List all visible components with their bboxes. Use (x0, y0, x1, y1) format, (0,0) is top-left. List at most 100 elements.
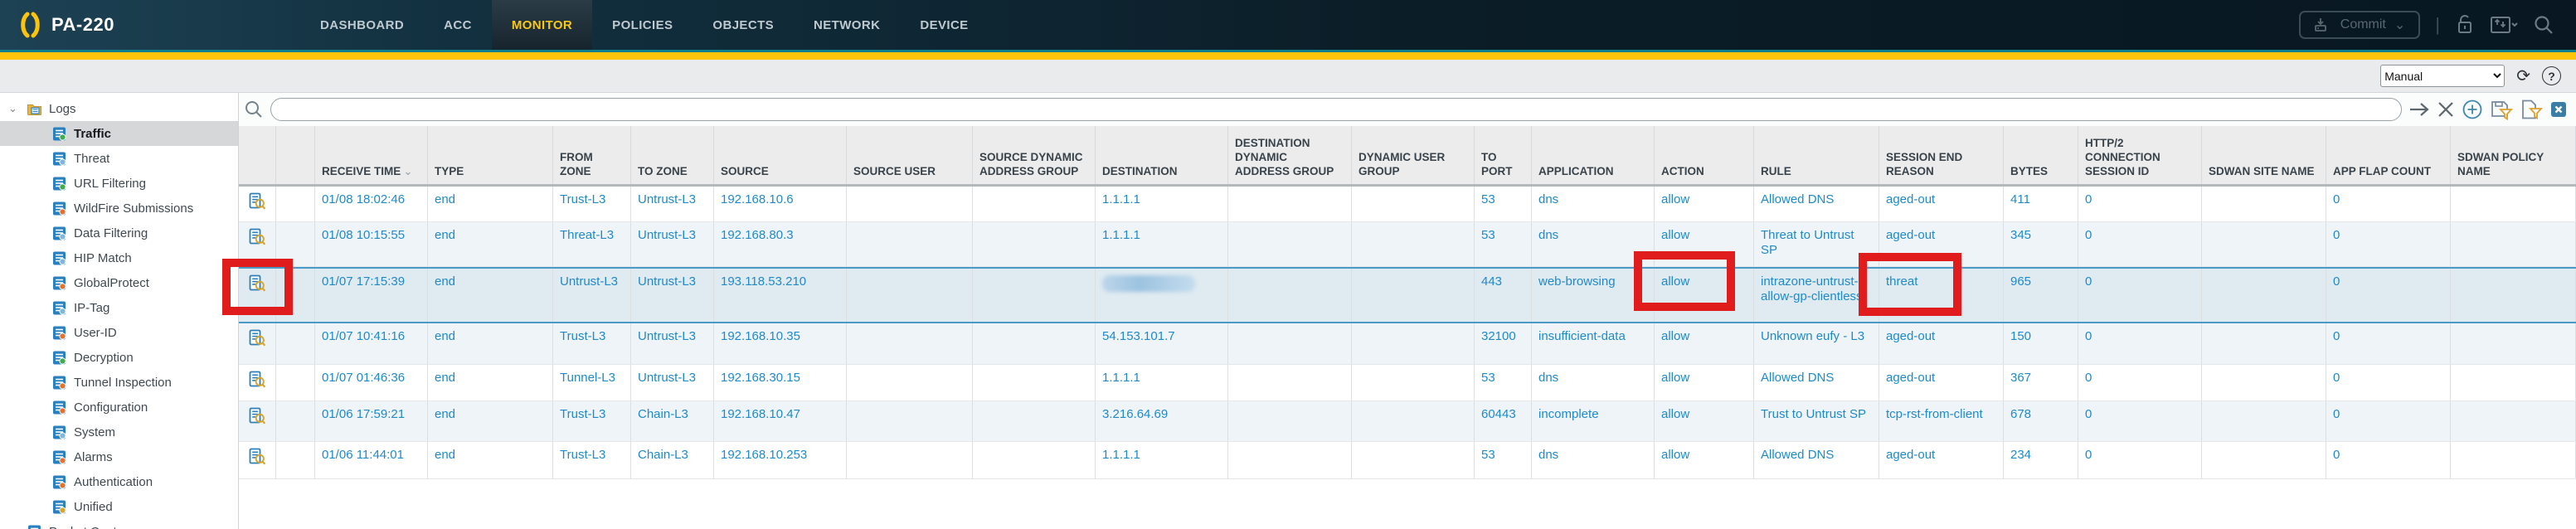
cell-destination[interactable]: 54.153.101.7 (1096, 323, 1228, 364)
cell-sdwan-policy-name[interactable] (2451, 401, 2576, 441)
cell-to-port[interactable]: 53 (1475, 222, 1532, 266)
nav-item-monitor[interactable]: MONITOR (492, 0, 592, 50)
cell-source[interactable]: 192.168.10.35 (714, 323, 847, 364)
cell-type[interactable]: end (428, 222, 553, 266)
cell-source-user[interactable] (847, 323, 973, 364)
col-header-destination[interactable]: DESTINATION (1096, 126, 1228, 184)
cell-application[interactable]: dns (1532, 442, 1655, 478)
cell-rule[interactable]: Unknown eufy - L3 (1754, 323, 1879, 364)
sidebar-item-system[interactable]: System (0, 420, 238, 444)
add-filter-plus-icon[interactable] (2462, 99, 2483, 120)
cell-sdwan-policy-name[interactable] (2451, 222, 2576, 266)
cell-sdwan-policy-name[interactable] (2451, 442, 2576, 478)
cell-receive-time[interactable]: 01/06 17:59:21 (315, 401, 428, 441)
cell-to-port[interactable]: 53 (1475, 365, 1532, 400)
export-csv-icon[interactable] (2549, 100, 2568, 119)
col-header-blank-1[interactable] (276, 126, 315, 184)
cell-destination-dynamic-address-group[interactable] (1228, 222, 1352, 266)
cell-session-end-reason[interactable]: tcp-rst-from-client (1879, 401, 2004, 441)
sidebar-root-logs[interactable]: ⌄ Logs (0, 96, 238, 121)
cell-source[interactable]: 192.168.10.253 (714, 442, 847, 478)
table-row[interactable]: 01/07 17:15:39endUntrust-L3Untrust-L3193… (239, 267, 2576, 323)
cell-sdwan-site-name[interactable] (2202, 323, 2326, 364)
cell-source-user[interactable] (847, 222, 973, 266)
cell-destination-dynamic-address-group[interactable] (1228, 269, 1352, 322)
nav-item-objects[interactable]: OBJECTS (693, 0, 794, 50)
sidebar-item-configuration[interactable]: Configuration (0, 395, 238, 420)
nav-item-network[interactable]: NETWORK (794, 0, 900, 50)
cell-type[interactable]: end (428, 442, 553, 478)
load-filter-icon[interactable] (2520, 99, 2543, 120)
sidebar-item-url-filtering[interactable]: URL Filtering (0, 171, 238, 196)
cell-sdwan-site-name[interactable] (2202, 187, 2326, 221)
cell-bytes[interactable]: 234 (2004, 442, 2078, 478)
cell-to-zone[interactable]: Untrust-L3 (631, 365, 714, 400)
clear-filter-x-icon[interactable] (2437, 100, 2455, 119)
sidebar-item-traffic[interactable]: Traffic (0, 121, 238, 146)
cell-dynamic-user-group[interactable] (1352, 187, 1475, 221)
cell-bytes[interactable]: 150 (2004, 323, 2078, 364)
col-header-action[interactable]: ACTION (1655, 126, 1754, 184)
log-detail-icon[interactable] (247, 274, 267, 294)
cell-destination[interactable]: 1.1.1.1 (1096, 187, 1228, 221)
cell-app-flap-count[interactable]: 0 (2326, 323, 2451, 364)
log-detail-icon[interactable] (247, 192, 267, 211)
col-header-session-end-reason[interactable]: SESSION END REASON (1879, 126, 2004, 184)
sidebar-item-data-filtering[interactable]: Data Filtering (0, 221, 238, 245)
cell-bytes[interactable]: 411 (2004, 187, 2078, 221)
cell-source-dynamic-address-group[interactable] (973, 222, 1096, 266)
cell-http2-connection-session-id[interactable]: 0 (2078, 222, 2202, 266)
table-row[interactable]: 01/08 18:02:46endTrust-L3Untrust-L3192.1… (239, 187, 2576, 222)
cell-action[interactable]: allow (1655, 401, 1754, 441)
cell-source[interactable]: 192.168.80.3 (714, 222, 847, 266)
cell-dynamic-user-group[interactable] (1352, 442, 1475, 478)
cell-to-port[interactable]: 443 (1475, 269, 1532, 322)
cell-http2-connection-session-id[interactable]: 0 (2078, 187, 2202, 221)
cell-rule[interactable]: Threat to Untrust SP (1754, 222, 1879, 266)
col-header-from-zone[interactable]: FROM ZONE (553, 126, 631, 184)
cell-to-zone[interactable]: Chain-L3 (631, 442, 714, 478)
cell-sdwan-policy-name[interactable] (2451, 323, 2576, 364)
col-header-rule[interactable]: RULE (1754, 126, 1879, 184)
cell-receive-time[interactable]: 01/07 17:15:39 (315, 269, 428, 322)
cell-source-dynamic-address-group[interactable] (973, 187, 1096, 221)
refresh-icon[interactable]: ⟳ (2516, 68, 2530, 85)
col-header-receive-time[interactable]: RECEIVE TIME⌄ (315, 126, 428, 184)
table-row[interactable]: 01/08 10:15:55endThreat-L3Untrust-L3192.… (239, 222, 2576, 267)
cell-source-dynamic-address-group[interactable] (973, 323, 1096, 364)
cell-application[interactable]: dns (1532, 222, 1655, 266)
cell-rule[interactable]: Trust to Untrust SP (1754, 401, 1879, 441)
nav-item-dashboard[interactable]: DASHBOARD (300, 0, 424, 50)
col-header-source[interactable]: SOURCE (714, 126, 847, 184)
log-detail-icon[interactable] (247, 406, 267, 426)
cell-destination-dynamic-address-group[interactable] (1228, 187, 1352, 221)
cell-action[interactable]: allow (1655, 187, 1754, 221)
cell-app-flap-count[interactable]: 0 (2326, 401, 2451, 441)
sidebar-item-threat[interactable]: Threat (0, 146, 238, 171)
cell-source[interactable]: 193.118.53.210 (714, 269, 847, 322)
cell-to-port[interactable]: 53 (1475, 187, 1532, 221)
cell-from-zone[interactable]: Tunnel-L3 (553, 365, 631, 400)
cell-destination-dynamic-address-group[interactable] (1228, 323, 1352, 364)
log-filter-input[interactable] (270, 98, 2402, 121)
cell-http2-connection-session-id[interactable]: 0 (2078, 323, 2202, 364)
cell-sdwan-policy-name[interactable] (2451, 269, 2576, 322)
cell-to-zone[interactable]: Untrust-L3 (631, 269, 714, 322)
cell-http2-connection-session-id[interactable]: 0 (2078, 442, 2202, 478)
save-filter-icon[interactable] (2490, 99, 2513, 120)
cell-session-end-reason[interactable]: aged-out (1879, 323, 2004, 364)
cell-app-flap-count[interactable]: 0 (2326, 187, 2451, 221)
sidebar-item-decryption[interactable]: Decryption (0, 345, 238, 370)
cell-destination-dynamic-address-group[interactable] (1228, 401, 1352, 441)
cell-from-zone[interactable]: Trust-L3 (553, 323, 631, 364)
help-icon[interactable]: ? (2542, 66, 2561, 85)
cell-application[interactable]: web-browsing (1532, 269, 1655, 322)
cell-action[interactable]: allow (1655, 365, 1754, 400)
cell-app-flap-count[interactable]: 0 (2326, 442, 2451, 478)
cell-sdwan-policy-name[interactable] (2451, 187, 2576, 221)
cell-from-zone[interactable]: Untrust-L3 (553, 269, 631, 322)
cell-source-dynamic-address-group[interactable] (973, 401, 1096, 441)
cell-to-zone[interactable]: Untrust-L3 (631, 187, 714, 221)
cell-destination[interactable]: 3.216.64.69 (1096, 401, 1228, 441)
cell-sdwan-site-name[interactable] (2202, 269, 2326, 322)
